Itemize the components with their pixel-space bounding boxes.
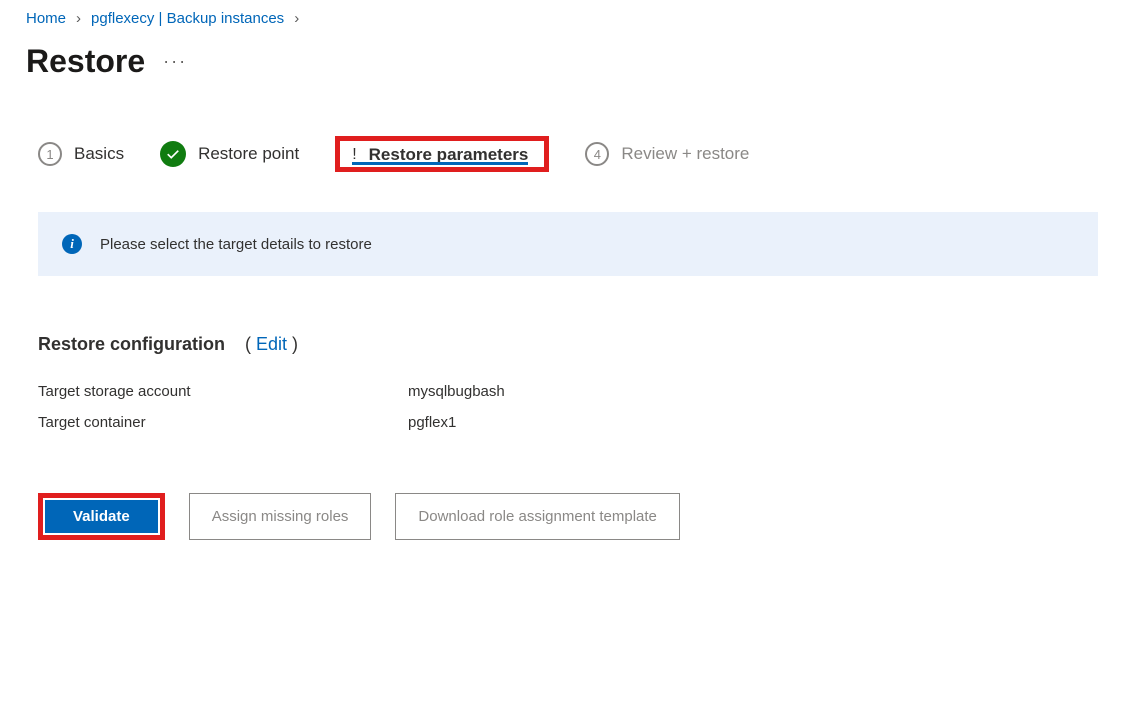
info-banner: i Please select the target details to re… [38, 212, 1098, 276]
edit-link[interactable]: Edit [256, 334, 287, 354]
step-label: Basics [74, 144, 124, 164]
kv-value: pgflex1 [408, 414, 808, 431]
footer-buttons: Validate Assign missing roles Download r… [0, 431, 1138, 540]
step-number-icon: 4 [585, 142, 609, 166]
validate-highlight: Validate [38, 493, 165, 540]
config-values: Target storage account mysqlbugbash Targ… [38, 355, 1138, 431]
edit-wrapper: ( Edit ) [245, 334, 298, 355]
active-tab-indicator [352, 162, 528, 165]
step-basics[interactable]: 1 Basics [38, 142, 124, 166]
info-text: Please select the target details to rest… [100, 236, 372, 253]
validate-button[interactable]: Validate [45, 500, 158, 533]
restore-configuration-section: Restore configuration ( Edit ) Target st… [0, 276, 1138, 431]
chevron-right-icon: › [76, 10, 81, 27]
more-button[interactable]: ··· [163, 51, 187, 72]
section-heading: Restore configuration ( Edit ) [38, 334, 1138, 355]
kv-value: mysqlbugbash [408, 383, 808, 400]
step-label: Restore point [198, 144, 299, 164]
section-title: Restore configuration [38, 334, 225, 355]
title-row: Restore ··· [0, 31, 1138, 80]
step-number-icon: 1 [38, 142, 62, 166]
step-review-restore: 4 Review + restore [585, 142, 749, 166]
wizard-steps: 1 Basics Restore point ! Restore paramet… [0, 80, 1138, 172]
paren-close: ) [287, 334, 298, 354]
paren-open: ( [245, 334, 256, 354]
step-restore-parameters[interactable]: ! Restore parameters [335, 136, 549, 172]
kv-key: Target container [38, 414, 408, 431]
checkmark-icon [160, 141, 186, 167]
breadcrumb-resource[interactable]: pgflexecy | Backup instances [91, 10, 284, 27]
step-label: Review + restore [621, 144, 749, 164]
breadcrumb-home[interactable]: Home [26, 10, 66, 27]
download-template-button[interactable]: Download role assignment template [395, 493, 679, 540]
page-title: Restore [26, 43, 145, 80]
step-restore-point[interactable]: Restore point [160, 141, 299, 167]
breadcrumb: Home › pgflexecy | Backup instances › [0, 0, 1138, 31]
chevron-right-icon: › [294, 10, 299, 27]
info-icon: i [62, 234, 82, 254]
kv-key: Target storage account [38, 383, 408, 400]
assign-missing-roles-button[interactable]: Assign missing roles [189, 493, 372, 540]
